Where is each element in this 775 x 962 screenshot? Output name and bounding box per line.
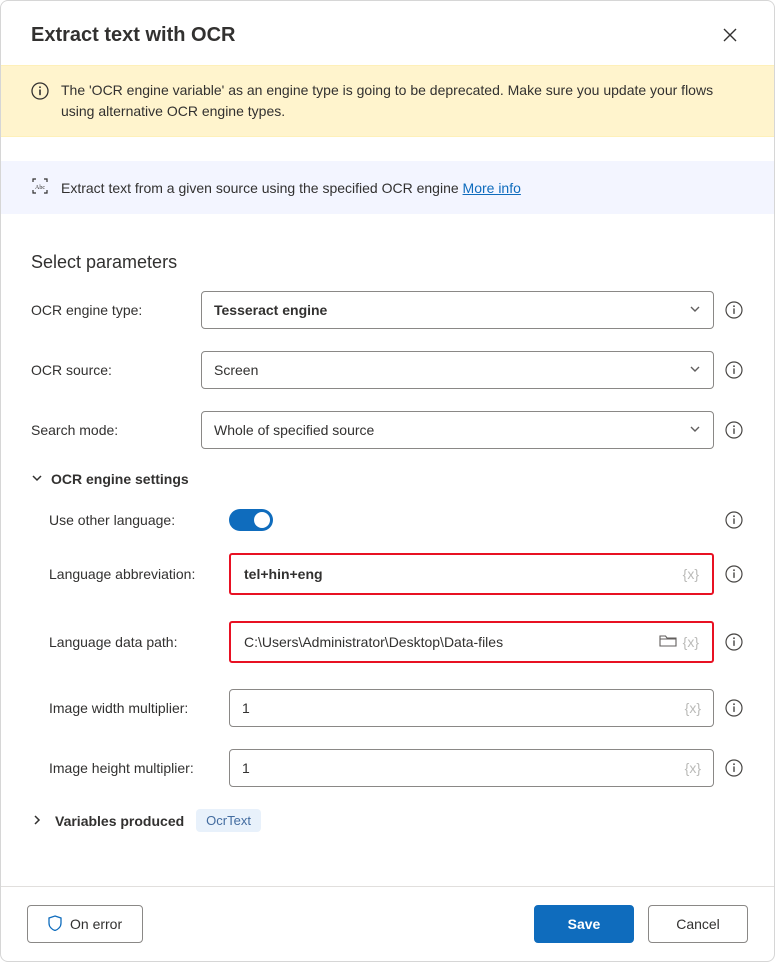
info-icon — [725, 361, 743, 379]
select-parameters-title: Select parameters — [31, 252, 744, 273]
input-value: 1 — [242, 760, 685, 776]
variables-produced-header[interactable]: Variables produced OcrText — [31, 809, 744, 832]
close-icon — [723, 28, 737, 42]
label-ocr-engine-type: OCR engine type: — [31, 302, 201, 318]
info-icon — [31, 82, 49, 122]
select-value: Screen — [214, 362, 689, 378]
svg-text:Abc: Abc — [35, 185, 45, 191]
input-value: C:\Users\Administrator\Desktop\Data-file… — [244, 634, 659, 650]
chevron-down-icon — [689, 302, 701, 318]
description-text: Extract text from a given source using t… — [61, 180, 521, 196]
save-button[interactable]: Save — [534, 905, 634, 943]
label-language-abbreviation: Language abbreviation: — [49, 566, 229, 582]
variable-chip-ocrtext[interactable]: OcrText — [196, 809, 261, 832]
info-icon — [725, 565, 743, 583]
input-language-abbreviation[interactable]: tel+hin+eng {x} — [231, 555, 712, 593]
info-button[interactable] — [724, 360, 744, 380]
input-image-width-multiplier[interactable]: 1 {x} — [229, 689, 714, 727]
info-icon — [725, 511, 743, 529]
select-ocr-engine-type[interactable]: Tesseract engine — [201, 291, 714, 329]
variable-icon[interactable]: {x} — [683, 634, 699, 650]
cancel-button[interactable]: Cancel — [648, 905, 748, 943]
info-button[interactable] — [724, 510, 744, 530]
input-value: 1 — [242, 700, 685, 716]
chevron-down-icon — [689, 362, 701, 378]
warning-text: The 'OCR engine variable' as an engine t… — [61, 80, 744, 122]
info-icon — [725, 759, 743, 777]
on-error-button[interactable]: On error — [27, 905, 143, 943]
label-image-width-multiplier: Image width multiplier: — [49, 700, 229, 716]
description-banner: Abc Extract text from a given source usi… — [1, 161, 774, 214]
select-search-mode[interactable]: Whole of specified source — [201, 411, 714, 449]
chevron-down-icon — [31, 471, 43, 487]
label-image-height-multiplier: Image height multiplier: — [49, 760, 229, 776]
dialog-title: Extract text with OCR — [31, 24, 235, 47]
toggle-knob — [254, 512, 270, 528]
save-label: Save — [568, 916, 601, 932]
deprecation-warning-banner: The 'OCR engine variable' as an engine t… — [1, 65, 774, 137]
row-ocr-engine-type: OCR engine type: Tesseract engine — [31, 291, 744, 329]
info-button[interactable] — [724, 632, 744, 652]
more-info-link[interactable]: More info — [463, 180, 521, 196]
select-ocr-source[interactable]: Screen — [201, 351, 714, 389]
ocr-engine-settings-label: OCR engine settings — [51, 471, 189, 487]
variable-icon[interactable]: {x} — [685, 760, 701, 776]
input-value: tel+hin+eng — [244, 566, 683, 582]
row-image-width-multiplier: Image width multiplier: 1 {x} — [31, 689, 744, 727]
variable-icon[interactable]: {x} — [683, 566, 699, 582]
input-image-height-multiplier[interactable]: 1 {x} — [229, 749, 714, 787]
ocr-action-icon: Abc — [31, 177, 49, 198]
close-button[interactable] — [716, 21, 744, 49]
folder-icon[interactable] — [659, 634, 677, 651]
select-value: Whole of specified source — [214, 422, 689, 438]
info-icon — [725, 699, 743, 717]
label-language-data-path: Language data path: — [49, 634, 229, 650]
info-button[interactable] — [724, 698, 744, 718]
highlight-box: C:\Users\Administrator\Desktop\Data-file… — [229, 621, 714, 663]
select-value: Tesseract engine — [214, 302, 689, 318]
on-error-label: On error — [70, 916, 122, 932]
row-image-height-multiplier: Image height multiplier: 1 {x} — [31, 749, 744, 787]
info-button[interactable] — [724, 420, 744, 440]
ocr-engine-settings-header[interactable]: OCR engine settings — [31, 471, 744, 487]
info-button[interactable] — [724, 300, 744, 320]
info-icon — [725, 301, 743, 319]
variables-produced-label: Variables produced — [55, 813, 184, 829]
row-search-mode: Search mode: Whole of specified source — [31, 411, 744, 449]
label-use-other-language: Use other language: — [49, 512, 229, 528]
dialog-header: Extract text with OCR — [1, 1, 774, 65]
label-search-mode: Search mode: — [31, 422, 201, 438]
shield-icon — [48, 915, 62, 934]
row-use-other-language: Use other language: — [31, 509, 744, 531]
cancel-label: Cancel — [676, 916, 720, 932]
row-ocr-source: OCR source: Screen — [31, 351, 744, 389]
chevron-down-icon — [689, 422, 701, 438]
info-icon — [725, 421, 743, 439]
chevron-right-icon — [31, 813, 43, 829]
variable-icon[interactable]: {x} — [685, 700, 701, 716]
info-icon — [725, 633, 743, 651]
highlight-box: tel+hin+eng {x} — [229, 553, 714, 595]
info-button[interactable] — [724, 564, 744, 584]
dialog-content: Select parameters OCR engine type: Tesse… — [1, 214, 774, 886]
description-text-content: Extract text from a given source using t… — [61, 180, 463, 196]
dialog-extract-text-ocr: Extract text with OCR The 'OCR engine va… — [0, 0, 775, 962]
toggle-use-other-language[interactable] — [229, 509, 273, 531]
row-language-abbreviation: Language abbreviation: tel+hin+eng {x} — [31, 553, 744, 595]
row-language-data-path: Language data path: C:\Users\Administrat… — [31, 621, 744, 663]
input-language-data-path[interactable]: C:\Users\Administrator\Desktop\Data-file… — [231, 623, 712, 661]
info-button[interactable] — [724, 758, 744, 778]
dialog-footer: On error Save Cancel — [1, 886, 774, 961]
label-ocr-source: OCR source: — [31, 362, 201, 378]
